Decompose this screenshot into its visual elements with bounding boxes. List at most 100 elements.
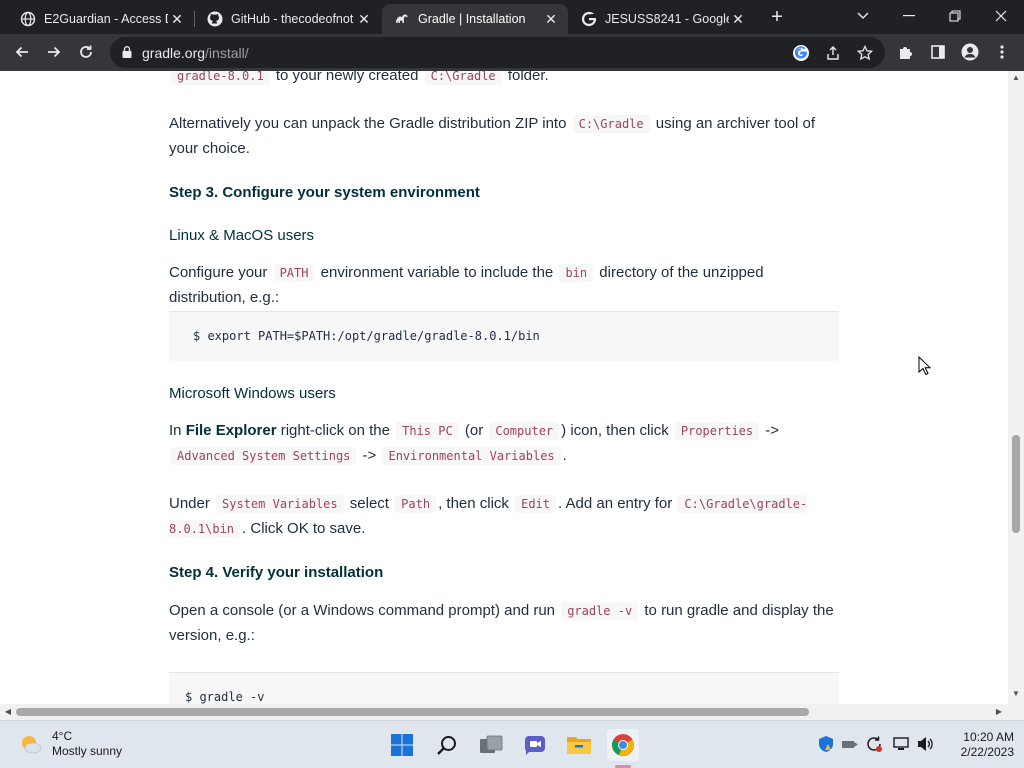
tab-github[interactable]: GitHub - thecodeofnot ✕ [195,4,381,34]
vertical-scrollbar[interactable]: ▲ ▼ [1008,71,1024,704]
tab-e2guardian[interactable]: E2Guardian - Access De ✕ [8,4,194,34]
text: right-click on the [276,422,395,439]
scroll-right-arrow[interactable]: ▶ [994,707,1004,716]
minimize-button[interactable] [886,0,932,32]
address-bar[interactable]: gradle.org/install/ [110,37,885,68]
volume-icon[interactable] [916,734,936,754]
close-tab-icon[interactable]: ✕ [729,10,747,28]
paragraph-archiver: Alternatively you can unpack the Gradle … [169,112,839,161]
share-icon[interactable] [823,43,843,63]
menu-button[interactable] [988,38,1016,66]
google-lens-icon[interactable] [791,43,811,63]
horizontal-scrollbar[interactable]: ◀ ▶ [0,704,1008,720]
bookmark-star-icon[interactable] [855,43,875,63]
forward-button[interactable] [40,38,68,66]
paragraph-system-variables: Under System Variables select Path, then… [169,492,839,541]
inline-code: Computer [489,422,560,440]
close-icon [995,10,1007,22]
paragraph-verify: Open a console (or a Windows command pro… [169,599,839,648]
system-clock[interactable]: 10:20 AM 2/22/2023 [944,730,1014,760]
url-text[interactable]: gradle.org/install/ [142,45,249,61]
paragraph-file-explorer: In File Explorer right-click on the This… [169,419,839,468]
globe-icon [20,11,36,27]
search-icon [437,736,456,755]
vertical-scroll-thumb[interactable] [1012,435,1020,533]
windows-users-heading: Microsoft Windows users [169,385,336,402]
close-tab-icon[interactable]: ✕ [355,10,373,28]
side-panel-button[interactable] [924,38,952,66]
inline-code: Advanced System Settings [171,446,357,465]
sync-icon[interactable] [864,734,884,754]
tab-title: JESUSS8241 - Google S [605,12,729,26]
tab-google-search[interactable]: JESUSS8241 - Google S ✕ [569,4,755,34]
tab-gradle-installation[interactable]: Gradle | Installation ✕ [382,4,568,34]
windows-security-icon[interactable] [816,734,836,754]
text: In [169,422,186,439]
tab-title: GitHub - thecodeofnot [231,12,354,26]
chrome-taskbar-button[interactable] [607,729,639,761]
teams-chat-icon [525,736,545,755]
github-icon [207,11,223,27]
text: -> [358,446,381,464]
text: Under [169,495,215,512]
tab-search-button[interactable] [840,0,886,32]
scroll-up-arrow[interactable]: ▲ [1008,73,1024,82]
extensions-button[interactable] [892,38,920,66]
inline-code: This PC [396,422,459,440]
inline-code: gradle-8.0.1 [171,71,270,85]
scroll-down-arrow[interactable]: ▼ [1008,689,1024,698]
reload-icon [80,45,92,58]
text: . [562,446,567,464]
gradle-icon [394,11,410,27]
scrollbar-corner [1008,704,1024,720]
usb-device-icon[interactable] [840,734,860,754]
browser-toolbar: gradle.org/install/ [0,34,1024,71]
close-tab-icon[interactable]: ✕ [542,10,560,28]
weather-description: Mostly sunny [52,744,123,758]
restore-button[interactable] [932,0,978,32]
task-view-button[interactable] [475,729,507,761]
teams-chat-button[interactable] [519,729,551,761]
tab-title: Gradle | Installation [418,12,526,26]
back-button[interactable] [8,38,36,66]
windows-start-icon [391,734,413,756]
paragraph-path-variable: Configure your PATH environment variable… [169,261,839,310]
scroll-left-arrow[interactable]: ◀ [3,707,13,716]
text: select [345,495,394,512]
arrow-right-icon [48,46,61,58]
inline-code: Properties [674,422,760,440]
inline-code: System Variables [216,495,344,513]
inline-code: Environmental Variables [382,446,561,465]
file-explorer-button[interactable] [563,729,595,761]
url-domain: gradle.org [142,45,206,61]
text: . Click OK to save. [242,519,366,537]
puzzle-icon [900,47,912,59]
lock-icon[interactable] [120,45,134,59]
page-viewport: gradle-8.0.1 to your newly created C:\Gr… [0,71,1008,704]
tab-title: E2Guardian - Access De [44,12,168,26]
weather-widget[interactable]: 4°C Mostly sunny [18,729,122,759]
network-icon[interactable] [891,734,911,754]
inline-code: Edit [515,495,556,513]
step3-heading: Step 3. Configure your system environmen… [169,184,480,201]
new-tab-button[interactable]: + [766,6,788,28]
google-icon [581,11,597,27]
close-tab-icon[interactable]: ✕ [168,10,186,28]
more-vert-icon [1000,45,1004,59]
minimize-icon [903,15,915,17]
windows-start-button[interactable] [386,729,418,761]
close-window-button[interactable] [978,0,1024,32]
tab-strip: E2Guardian - Access De ✕ GitHub - thecod… [0,0,1024,34]
code-block-gradle-v[interactable]: $ gradle -v [169,672,839,704]
inline-code: C:\Gradle [424,71,502,85]
reload-button[interactable] [72,38,100,66]
taskbar-search-button[interactable] [431,729,463,761]
text: (or [460,422,488,439]
profile-button[interactable] [956,38,984,66]
inline-code: bin [559,264,594,282]
code-block-export-path[interactable]: $ export PATH=$PATH:/opt/gradle/gradle-8… [169,311,839,361]
text: environment variable to include the [316,264,558,281]
horizontal-scroll-thumb[interactable] [16,708,809,716]
code-text: $ gradle -v [185,690,265,704]
avatar-icon [961,43,979,61]
